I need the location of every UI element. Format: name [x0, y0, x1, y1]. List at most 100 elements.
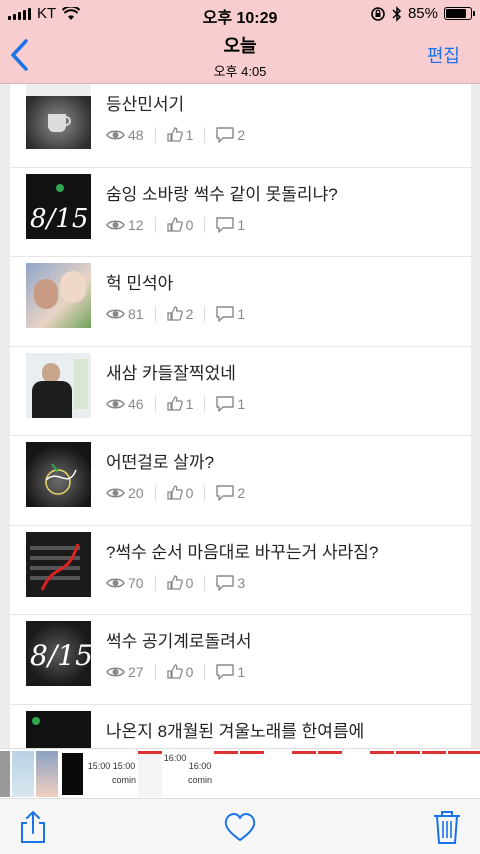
view-count: 27	[128, 664, 144, 680]
views-eye-icon	[106, 667, 125, 677]
like-thumb-icon	[166, 216, 183, 232]
filmstrip-thumb[interactable]	[12, 751, 34, 797]
comment-count: 1	[237, 216, 246, 233]
post-title: 헉 민석아	[106, 274, 174, 293]
post-title: 등산민서기	[106, 95, 185, 114]
photo-filmstrip[interactable]: 15:00 15:00coming 16:00 16:00coming	[0, 748, 480, 798]
like-count: 1	[185, 127, 194, 143]
filmstrip-thumb-selected[interactable]	[60, 751, 85, 797]
filmstrip-thumb[interactable]: 15:00coming	[112, 751, 136, 797]
bluetooth-icon	[392, 5, 402, 22]
view-count: 48	[128, 127, 144, 143]
views-eye-icon	[106, 309, 125, 319]
post-thumbnail	[26, 710, 91, 748]
filmstrip-thumb[interactable]	[396, 751, 420, 797]
filmstrip-thumb[interactable]	[318, 751, 342, 797]
post-thumbnail: 8/15	[26, 173, 91, 239]
filmstrip-thumb[interactable]	[36, 751, 58, 797]
comment-bubble-icon	[216, 664, 235, 680]
post-thumbnail	[26, 84, 91, 149]
post-list-item[interactable]: 새삼 카들잘찍었네 46 1 1	[10, 347, 471, 436]
post-stats: 70 0 3	[106, 574, 246, 591]
trash-icon[interactable]	[430, 809, 464, 845]
filmstrip-thumb[interactable]	[344, 751, 368, 797]
post-list-item[interactable]: 등산민서기 48 1 2	[10, 84, 471, 168]
post-stats: 81 2 1	[106, 306, 245, 322]
post-thumbnail	[26, 442, 91, 507]
post-list: 등산민서기 48 1 2 8/15 숨잉 소바랑 썩수 같이 못돌리냐? 12 0 1 헉 민석아…	[10, 84, 471, 748]
filmstrip-thumb[interactable]	[448, 751, 480, 797]
post-title: 숨잉 소바랑 썩수 같이 못돌리냐?	[106, 184, 338, 204]
view-count: 81	[128, 306, 144, 322]
comment-count: 1	[237, 664, 246, 680]
post-stats: 27 0 1	[106, 664, 245, 680]
filmstrip-thumb[interactable]: 16:00	[163, 751, 187, 797]
filmstrip-thumb[interactable]	[0, 751, 10, 797]
like-thumb-icon	[166, 306, 183, 321]
like-count: 0	[185, 664, 194, 680]
filmstrip-thumb[interactable]	[422, 751, 446, 797]
view-count: 70	[128, 574, 144, 591]
post-title: 새삼 카들잘찍었네	[106, 363, 236, 383]
heart-icon[interactable]	[223, 809, 257, 845]
filmstrip-thumb[interactable]: 16:00coming	[188, 751, 212, 797]
post-list-item[interactable]: ?썩수 순서 마음대로 바꾸는거 사라짐? 70 0 3	[10, 526, 471, 615]
post-thumbnail	[26, 352, 91, 418]
like-thumb-icon	[166, 574, 183, 590]
orientation-lock-icon	[371, 6, 385, 21]
views-eye-icon	[106, 488, 125, 498]
post-thumbnail: 8/15	[26, 621, 91, 686]
post-stats: 48 1 2	[106, 127, 245, 143]
view-count: 46	[128, 395, 144, 412]
navigation-bar: 오늘 오후 4:05 편집	[0, 28, 480, 84]
like-count: 1	[185, 395, 194, 412]
nav-title: 오늘	[223, 36, 257, 56]
post-list-item[interactable]: 8/15 썩수 공기계로돌려서 27 0 1	[10, 615, 471, 705]
post-title: 어떤걸로 살까?	[106, 453, 215, 472]
like-count: 0	[185, 216, 194, 233]
like-count: 0	[185, 574, 194, 591]
comment-bubble-icon	[216, 574, 235, 591]
comment-bubble-icon	[216, 216, 235, 233]
comment-count: 1	[237, 395, 246, 412]
post-list-item[interactable]: 8/15 숨잉 소바랑 썩수 같이 못돌리냐? 12 0 1	[10, 168, 471, 257]
share-icon[interactable]	[16, 809, 50, 845]
like-thumb-icon	[166, 395, 183, 411]
views-eye-icon	[106, 399, 125, 408]
comment-bubble-icon	[216, 485, 235, 501]
post-list-item[interactable]: 헉 민석아 81 2 1	[10, 257, 471, 347]
views-eye-icon	[106, 578, 125, 587]
post-thumbnail	[26, 531, 91, 597]
post-title: 썩수 공기계로돌려서	[106, 632, 252, 651]
comment-count: 1	[237, 306, 246, 322]
edit-button[interactable]: 편집	[427, 42, 460, 68]
like-thumb-icon	[166, 127, 183, 142]
post-list-area[interactable]: 등산민서기 48 1 2 8/15 숨잉 소바랑 썩수 같이 못돌리냐? 12 0 1 헉 민석아…	[0, 84, 480, 748]
nav-subtitle: 오후 4:05	[213, 64, 267, 79]
comment-count: 3	[237, 574, 246, 591]
comment-bubble-icon	[216, 306, 235, 322]
views-eye-icon	[106, 130, 125, 140]
post-list-item[interactable]: 나온지 8개월된 겨울노래를 한여름에	[10, 705, 471, 748]
post-title: 나온지 8개월된 겨울노래를 한여름에	[106, 721, 365, 741]
post-title: ?썩수 순서 마음대로 바꾸는거 사라짐?	[106, 542, 379, 562]
filmstrip-thumb[interactable]	[138, 751, 162, 797]
filmstrip-thumb[interactable]	[292, 751, 316, 797]
filmstrip-thumb[interactable]	[214, 751, 238, 797]
like-thumb-icon	[166, 485, 183, 500]
status-bar: KT 오후 10:29 85%	[0, 0, 480, 28]
filmstrip-thumb[interactable]	[240, 751, 264, 797]
comment-count: 2	[237, 485, 246, 501]
filmstrip-thumb[interactable]: 15:00	[87, 751, 111, 797]
post-stats: 12 0 1	[106, 216, 246, 233]
battery-percent: 85%	[407, 5, 438, 22]
view-count: 12	[128, 216, 144, 233]
filmstrip-thumb[interactable]	[266, 751, 290, 797]
like-thumb-icon	[166, 664, 183, 679]
filmstrip-thumb[interactable]	[370, 751, 394, 797]
view-count: 20	[128, 485, 144, 501]
post-stats: 20 0 2	[106, 485, 245, 501]
post-list-item[interactable]: 어떤걸로 살까? 20 0 2	[10, 436, 471, 526]
comment-count: 2	[237, 127, 246, 143]
comment-bubble-icon	[216, 395, 235, 412]
